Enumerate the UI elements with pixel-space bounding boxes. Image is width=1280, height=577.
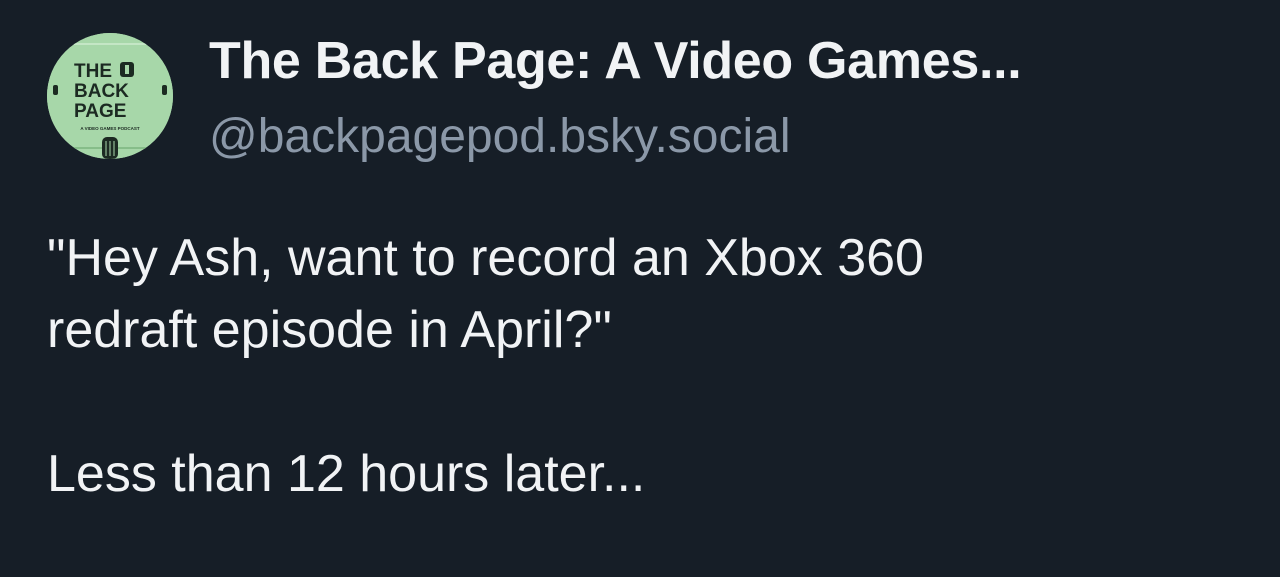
avatar-line-1: THE — [74, 61, 112, 82]
post-body: "Hey Ash, want to record an Xbox 360 red… — [47, 222, 1247, 510]
post: THE BACK PAGE A VIDEO GAMES PODCAST The … — [0, 0, 1280, 577]
avatar-line-3: PAGE — [74, 101, 126, 122]
avatar-tagline: A VIDEO GAMES PODCAST — [80, 126, 140, 131]
post-text-line: Less than 12 hours later... — [47, 445, 646, 503]
post-text-line: "Hey Ash, want to record an Xbox 360 — [47, 229, 924, 287]
podcast-logo-icon: THE BACK PAGE A VIDEO GAMES PODCAST — [47, 33, 173, 159]
post-text-line: redraft episode in April?" — [47, 301, 612, 359]
author-avatar[interactable]: THE BACK PAGE A VIDEO GAMES PODCAST — [47, 33, 173, 159]
author-handle[interactable]: @backpagepod.bsky.social — [209, 106, 791, 168]
author-display-name[interactable]: The Back Page: A Video Games... — [209, 28, 1022, 94]
avatar-line-2: BACK — [74, 81, 129, 102]
